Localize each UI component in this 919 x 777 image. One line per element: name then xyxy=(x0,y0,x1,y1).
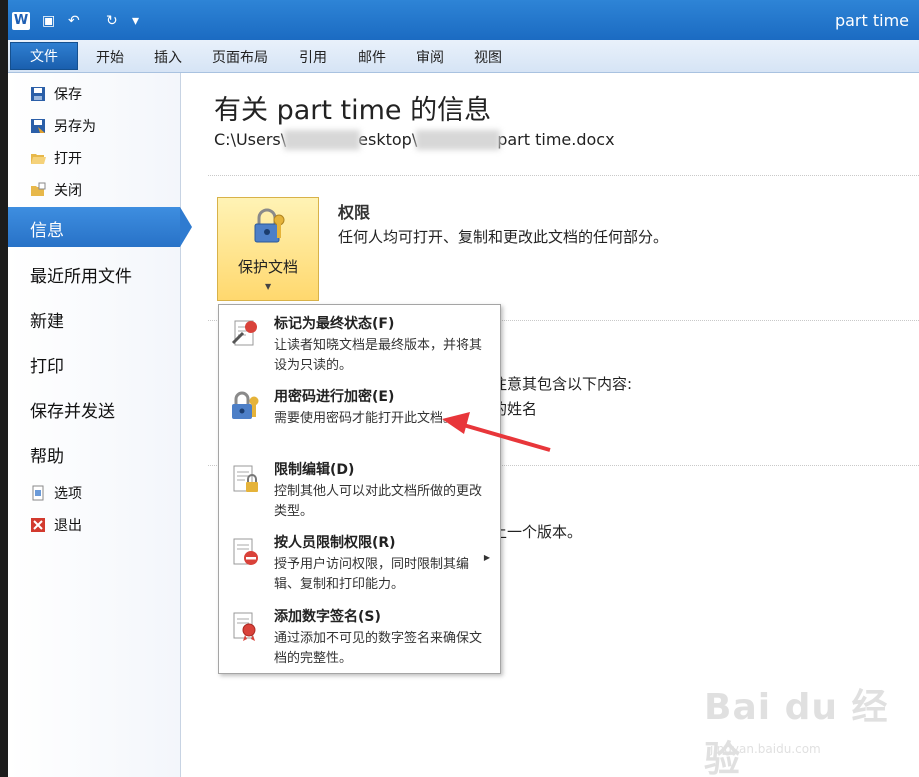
watermark-logo: Bai du 经验 xyxy=(704,687,889,777)
annotation-arrow xyxy=(442,412,551,452)
baidu-jingyan-watermark: Bai du 经验 jingyan.baidu.com xyxy=(696,676,916,777)
watermark-url: jingyan.baidu.com xyxy=(710,742,821,756)
word-backstage-window: W ▣ ↶ ↻ ▾ part time 文件 开始 插入 页面布局 引用 邮件 … xyxy=(8,0,919,777)
